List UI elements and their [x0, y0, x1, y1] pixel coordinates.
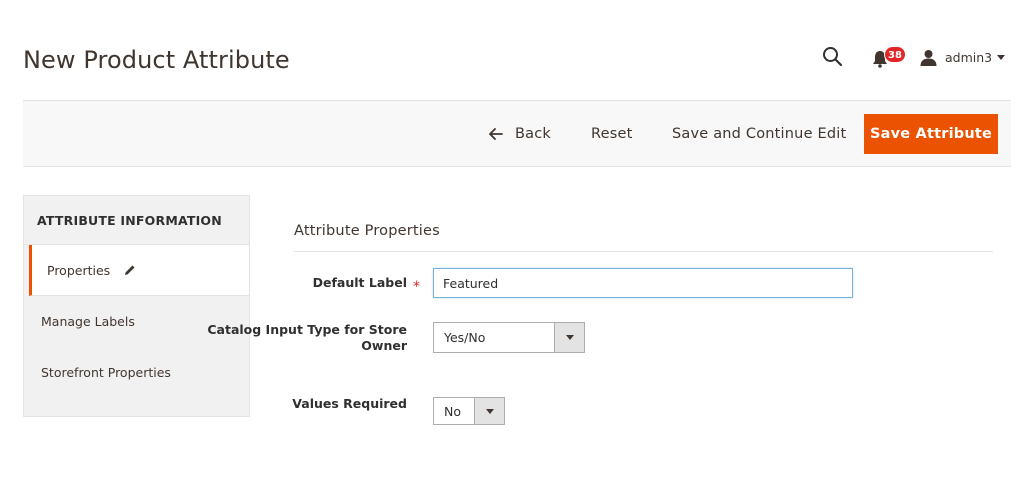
catalog-input-type-select[interactable]: Yes/No	[433, 322, 585, 353]
attribute-information-sidebar: ATTRIBUTE INFORMATION Properties Manage …	[23, 195, 250, 417]
pencil-icon	[125, 265, 135, 275]
arrow-left-icon	[489, 127, 503, 140]
chevron-down-icon	[474, 398, 504, 424]
catalog-input-type-label: Catalog Input Type for Store Owner	[207, 322, 407, 353]
tab-label: Storefront Properties	[41, 365, 171, 380]
user-icon	[920, 49, 937, 66]
username: admin3	[945, 49, 993, 65]
section-divider	[294, 251, 993, 252]
values-required-label: Values Required	[292, 396, 407, 411]
tab-storefront-properties[interactable]: Storefront Properties	[24, 347, 249, 398]
values-required-select[interactable]: No	[433, 397, 505, 425]
section-title: Attribute Properties	[294, 223, 440, 239]
notifications-badge: 38	[884, 46, 906, 63]
default-label-label: Default Label	[312, 275, 407, 290]
required-marker: *	[413, 279, 420, 295]
select-value: Yes/No	[444, 330, 486, 345]
save-attribute-button[interactable]: Save Attribute	[864, 114, 998, 154]
tab-label: Properties	[47, 262, 111, 278]
notifications-button[interactable]: 38	[870, 46, 906, 70]
user-account-menu[interactable]: admin3	[920, 46, 1006, 68]
save-and-continue-button[interactable]: Save and Continue Edit	[672, 101, 846, 166]
chevron-down-icon	[997, 54, 1006, 60]
select-value: No	[444, 403, 461, 419]
default-label-input[interactable]	[433, 268, 853, 298]
back-label: Back	[515, 125, 552, 142]
search-icon[interactable]	[822, 46, 846, 70]
sidebar-title: ATTRIBUTE INFORMATION	[24, 196, 249, 245]
reset-button[interactable]: Reset	[591, 101, 633, 166]
page-actions-bar: Back Reset Save and Continue Edit Save A…	[23, 100, 1011, 167]
tab-label: Manage Labels	[41, 314, 135, 329]
chevron-down-icon	[554, 323, 584, 352]
page-title: New Product Attribute	[23, 46, 290, 74]
back-button[interactable]: Back	[489, 101, 551, 166]
